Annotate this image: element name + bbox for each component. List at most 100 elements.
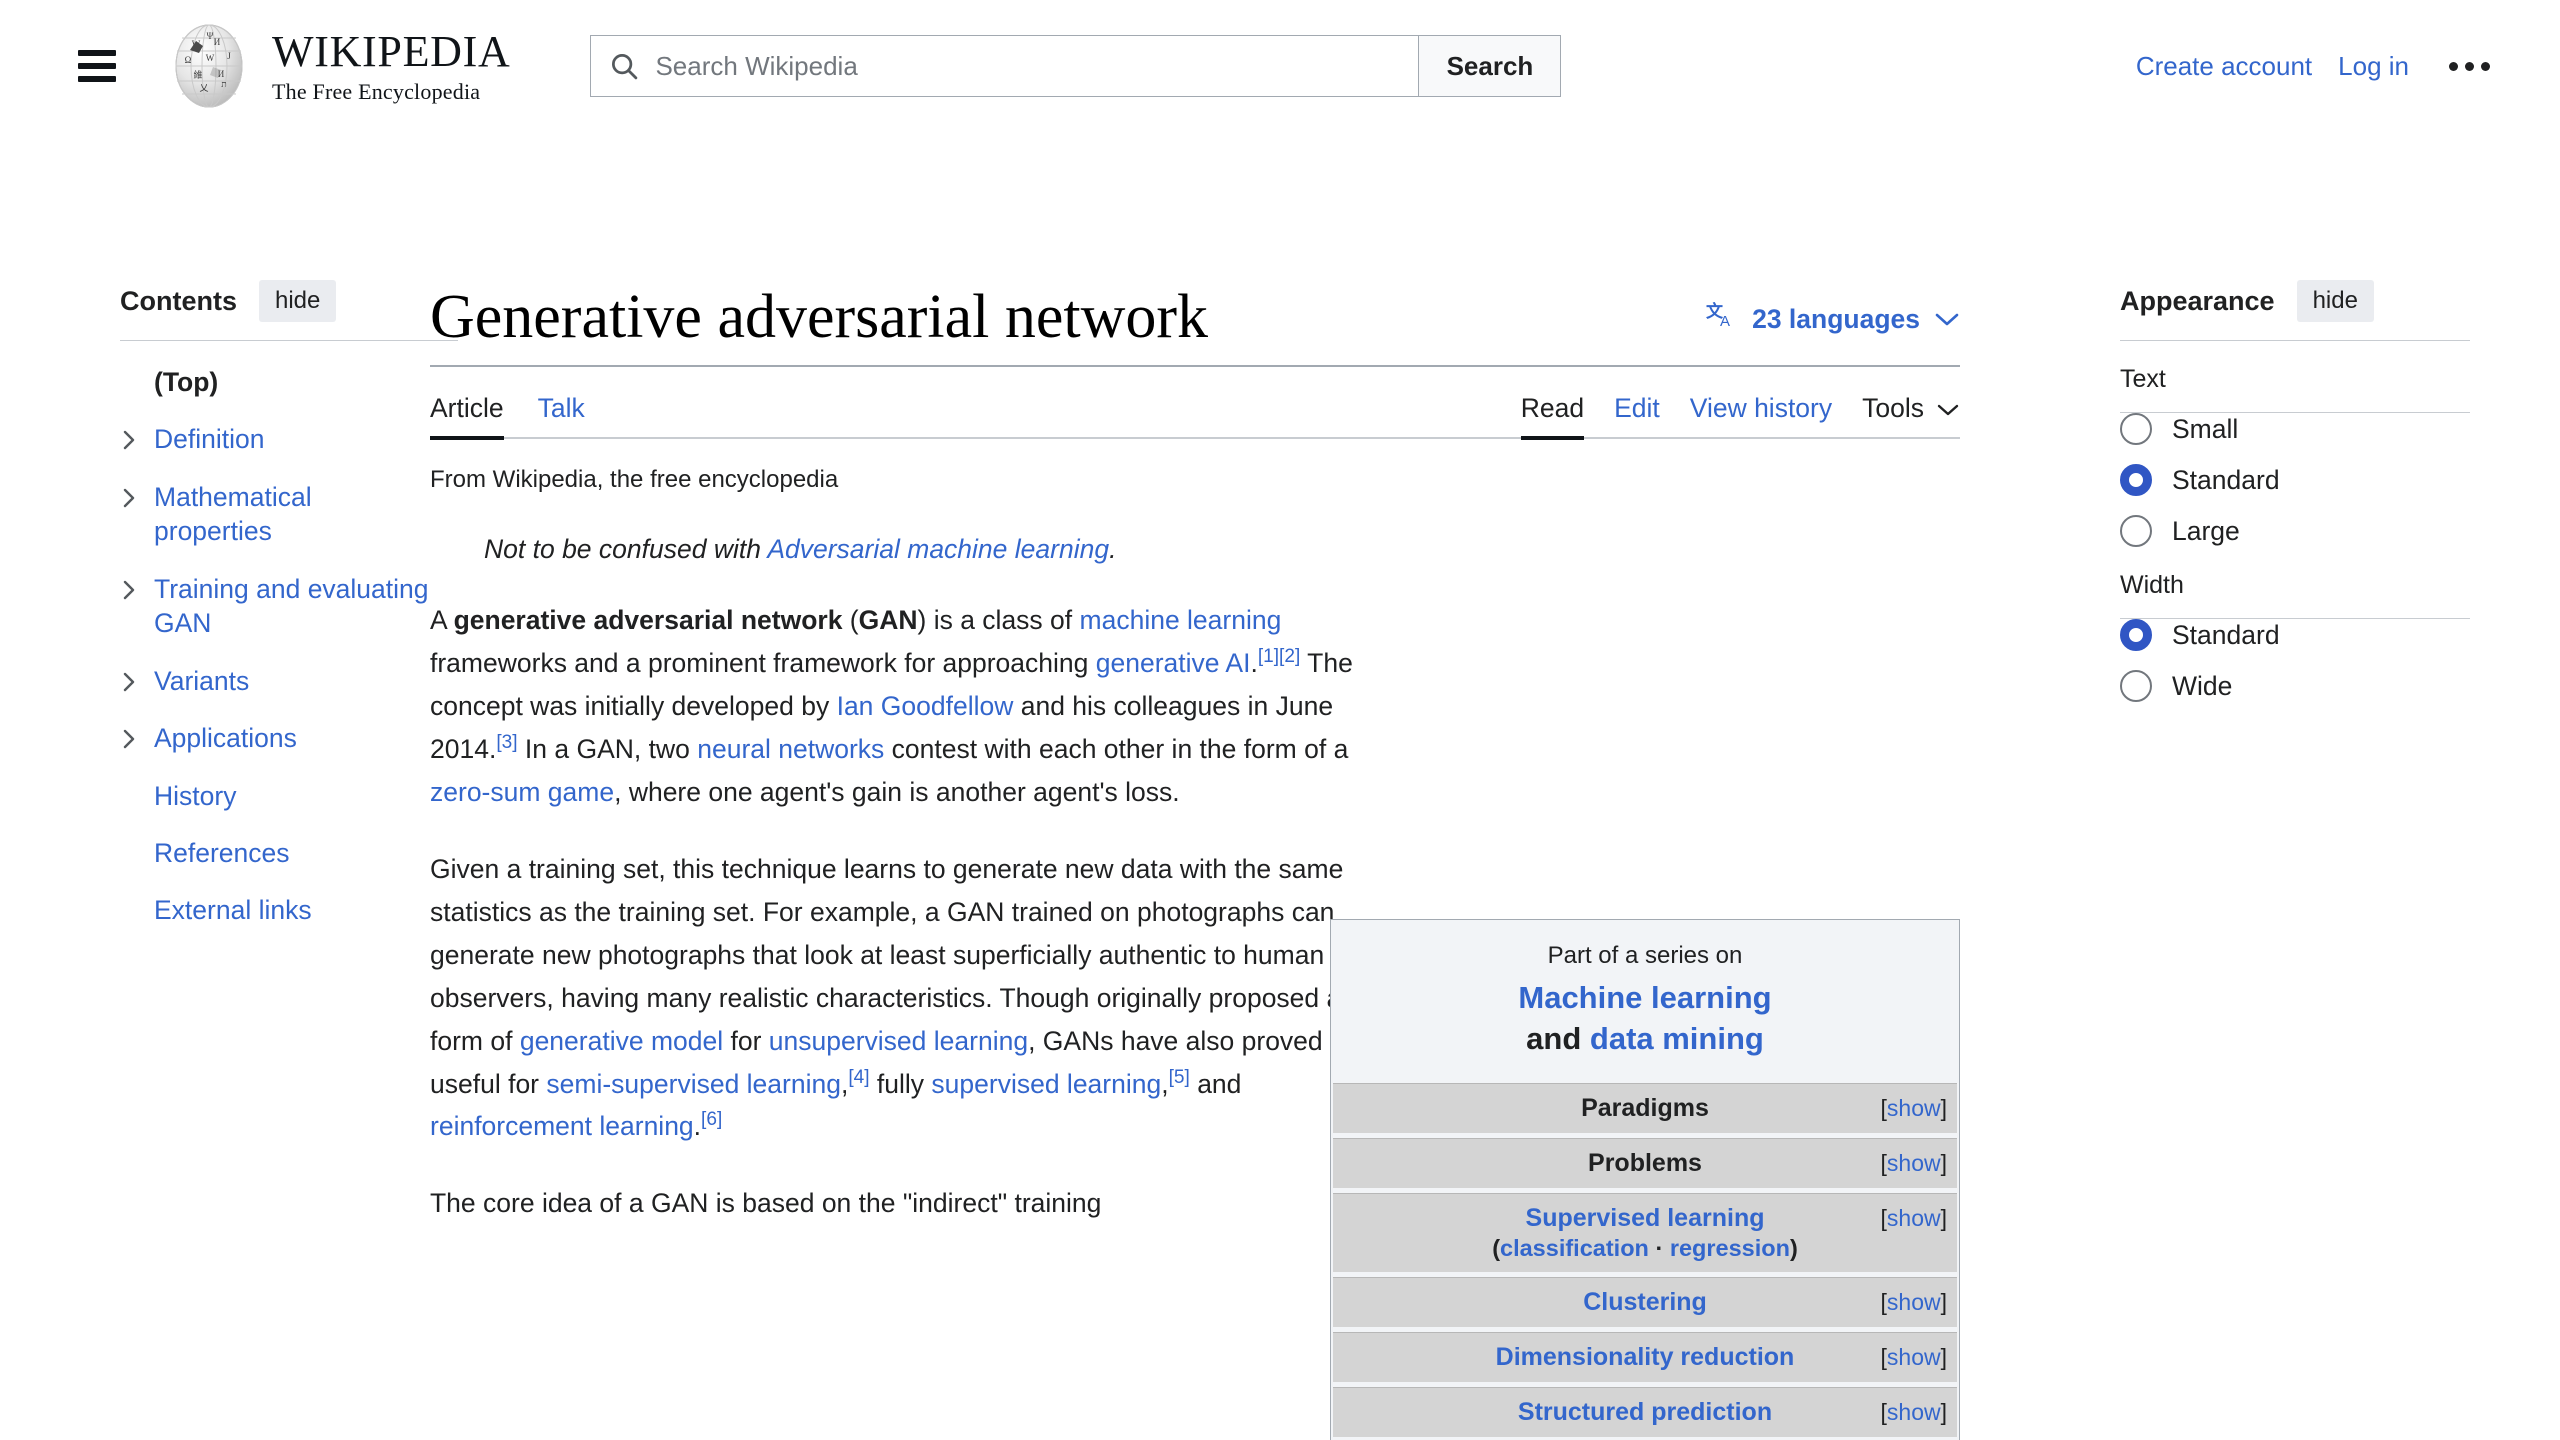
page-title: Generative adversarial network <box>430 283 1209 351</box>
ellipsis-icon[interactable] <box>2449 61 2490 71</box>
toc-item-top[interactable]: (Top) <box>120 365 430 399</box>
infobox-toggle-link[interactable]: show <box>1887 1095 1941 1121</box>
toc-item-applications[interactable]: Applications <box>120 721 430 755</box>
appearance-width-option-wide[interactable]: Wide <box>2120 670 2470 702</box>
toc-item-external-links[interactable]: External links <box>120 893 430 927</box>
tab-read[interactable]: Read <box>1521 393 1584 427</box>
infobox-row-title[interactable]: Dimensionality reduction <box>1343 1343 1947 1372</box>
wikilink-zero-sum-game[interactable]: zero-sum game <box>430 777 614 807</box>
infobox-toggle-problems[interactable]: [show] <box>1881 1150 1947 1177</box>
radio-button[interactable] <box>2120 515 2152 547</box>
text-run: . <box>693 1111 702 1142</box>
appearance-text-option-standard[interactable]: Standard <box>2120 464 2470 496</box>
infobox-row-title[interactable]: Supervised learning <box>1343 1204 1947 1233</box>
wikilink-supervised-learning[interactable]: supervised learning <box>931 1069 1161 1099</box>
appearance-option-label: Small <box>2172 413 2239 444</box>
infobox-sublink-classification[interactable]: classification <box>1500 1235 1649 1261</box>
appearance-hide-button[interactable]: hide <box>2296 280 2374 322</box>
chevron-right-icon[interactable] <box>120 480 154 510</box>
chevron-right-icon[interactable] <box>120 721 154 751</box>
svg-text:A: A <box>1720 313 1730 330</box>
infobox-title-link-dm[interactable]: data mining <box>1590 1021 1764 1056</box>
wikilink-generative-ai[interactable]: generative AI <box>1096 648 1251 678</box>
wikilink-semi-supervised-learning[interactable]: semi-supervised learning <box>546 1069 841 1099</box>
infobox-toggle-paradigms[interactable]: [show] <box>1881 1095 1947 1122</box>
reference-link[interactable]: [6] <box>701 1110 722 1131</box>
wikipedia-logo-link[interactable]: WИ ΩWJ 維И 乂ת Ψ WIKIPEDIA The Free Encycl… <box>166 23 510 109</box>
reference-link[interactable]: [2] <box>1279 646 1300 667</box>
search-field-wrapper[interactable] <box>590 35 1419 97</box>
toc-item-references[interactable]: References <box>120 836 430 870</box>
chevron-right-icon[interactable] <box>120 572 154 602</box>
tab-tools[interactable]: Tools <box>1862 393 1960 424</box>
tab-talk[interactable]: Talk <box>538 393 585 427</box>
infobox-toggle-link[interactable]: show <box>1887 1289 1941 1315</box>
radio-button[interactable] <box>2120 413 2152 445</box>
svg-text:Ω: Ω <box>185 55 192 65</box>
hamburger-menu-icon[interactable] <box>78 50 116 82</box>
text-run: for <box>723 1025 769 1056</box>
search-form[interactable]: Search <box>590 35 1562 97</box>
appearance-text-option-small[interactable]: Small <box>2120 413 2470 445</box>
text-run: and <box>1189 1068 1242 1099</box>
tab-article[interactable]: Article <box>430 393 504 427</box>
wikilink-reinforcement-learning[interactable]: reinforcement learning <box>430 1111 694 1141</box>
toc-item-label: (Top) <box>154 367 219 397</box>
create-account-link[interactable]: Create account <box>2136 51 2312 82</box>
tab-view-history[interactable]: View history <box>1690 393 1832 427</box>
log-in-link[interactable]: Log in <box>2338 51 2409 82</box>
toc-item-mathematical-properties[interactable]: Mathematical properties <box>120 480 430 549</box>
wikilink-ian-goodfellow[interactable]: Ian Goodfellow <box>837 691 1014 721</box>
toc-header: Contents hide <box>120 280 430 322</box>
appearance-option-label: Standard <box>2172 464 2280 495</box>
toc-item-training-and-evaluating-gan[interactable]: Training and evaluating GAN <box>120 572 430 641</box>
reference-marker[interactable]: [6] <box>701 1110 722 1131</box>
toc-item-definition[interactable]: Definition <box>120 422 430 456</box>
reference-marker[interactable]: [4] <box>848 1067 869 1088</box>
toc-item-label: Applications <box>154 723 297 754</box>
infobox-toggle-link[interactable]: show <box>1887 1150 1941 1176</box>
infobox-title-link-ml[interactable]: Machine learning <box>1518 980 1771 1015</box>
search-input[interactable] <box>653 49 1419 83</box>
infobox-toggle-link[interactable]: show <box>1887 1399 1941 1425</box>
search-button[interactable]: Search <box>1418 35 1562 97</box>
radio-button-selected[interactable] <box>2120 619 2152 651</box>
wikilink-generative-model[interactable]: generative model <box>520 1026 723 1056</box>
reference-link[interactable]: [1] <box>1258 646 1279 667</box>
reference-link[interactable]: [4] <box>848 1067 869 1088</box>
radio-button[interactable] <box>2120 670 2152 702</box>
infobox-toggle-clustering[interactable]: [show] <box>1881 1289 1947 1316</box>
appearance-text-option-large[interactable]: Large <box>2120 515 2470 547</box>
reference-link[interactable]: [3] <box>496 732 517 753</box>
appearance-width-option-standard[interactable]: Standard <box>2120 619 2470 651</box>
infobox-toggle-structured-prediction[interactable]: [show] <box>1881 1399 1947 1426</box>
radio-button-selected[interactable] <box>2120 464 2152 496</box>
infobox-row-title[interactable]: Structured prediction <box>1343 1398 1947 1427</box>
toc-item-variants[interactable]: Variants <box>120 664 430 698</box>
toc-spacer <box>120 365 154 371</box>
infobox-toggle-link[interactable]: show <box>1887 1344 1941 1370</box>
hatnote: Not to be confused with Adversarial mach… <box>484 534 1960 565</box>
infobox-row-supervised-learning: Supervised learning (classification · reg… <box>1333 1193 1957 1273</box>
wikilink-neural-networks[interactable]: neural networks <box>697 734 884 764</box>
toc-item-history[interactable]: History <box>120 779 430 813</box>
infobox-toggle-link[interactable]: show <box>1887 1205 1941 1231</box>
reference-marker[interactable]: [1] <box>1258 646 1279 667</box>
chevron-right-icon[interactable] <box>120 422 154 452</box>
reference-marker[interactable]: [2] <box>1279 646 1300 667</box>
language-selector-button[interactable]: 文 A 23 languages <box>1706 301 1960 337</box>
infobox-toggle-supervised-learning[interactable]: [show] <box>1881 1205 1947 1232</box>
reference-marker[interactable]: [3] <box>496 732 517 753</box>
toc-hide-button[interactable]: hide <box>259 280 337 322</box>
wikilink-unsupervised-learning[interactable]: unsupervised learning <box>769 1026 1028 1056</box>
hatnote-link[interactable]: Adversarial machine learning <box>767 534 1109 564</box>
reference-link[interactable]: [5] <box>1169 1067 1190 1088</box>
infobox-toggle-dimensionality-reduction[interactable]: [show] <box>1881 1344 1947 1371</box>
wikilink-machine-learning[interactable]: machine learning <box>1080 605 1282 635</box>
tab-edit[interactable]: Edit <box>1614 393 1660 427</box>
infobox-row-title[interactable]: Clustering <box>1343 1288 1947 1317</box>
infobox-row-structured-prediction: Structured prediction [show] <box>1333 1387 1957 1438</box>
reference-marker[interactable]: [5] <box>1169 1067 1190 1088</box>
infobox-sublink-regression[interactable]: regression <box>1670 1235 1790 1261</box>
chevron-right-icon[interactable] <box>120 664 154 694</box>
